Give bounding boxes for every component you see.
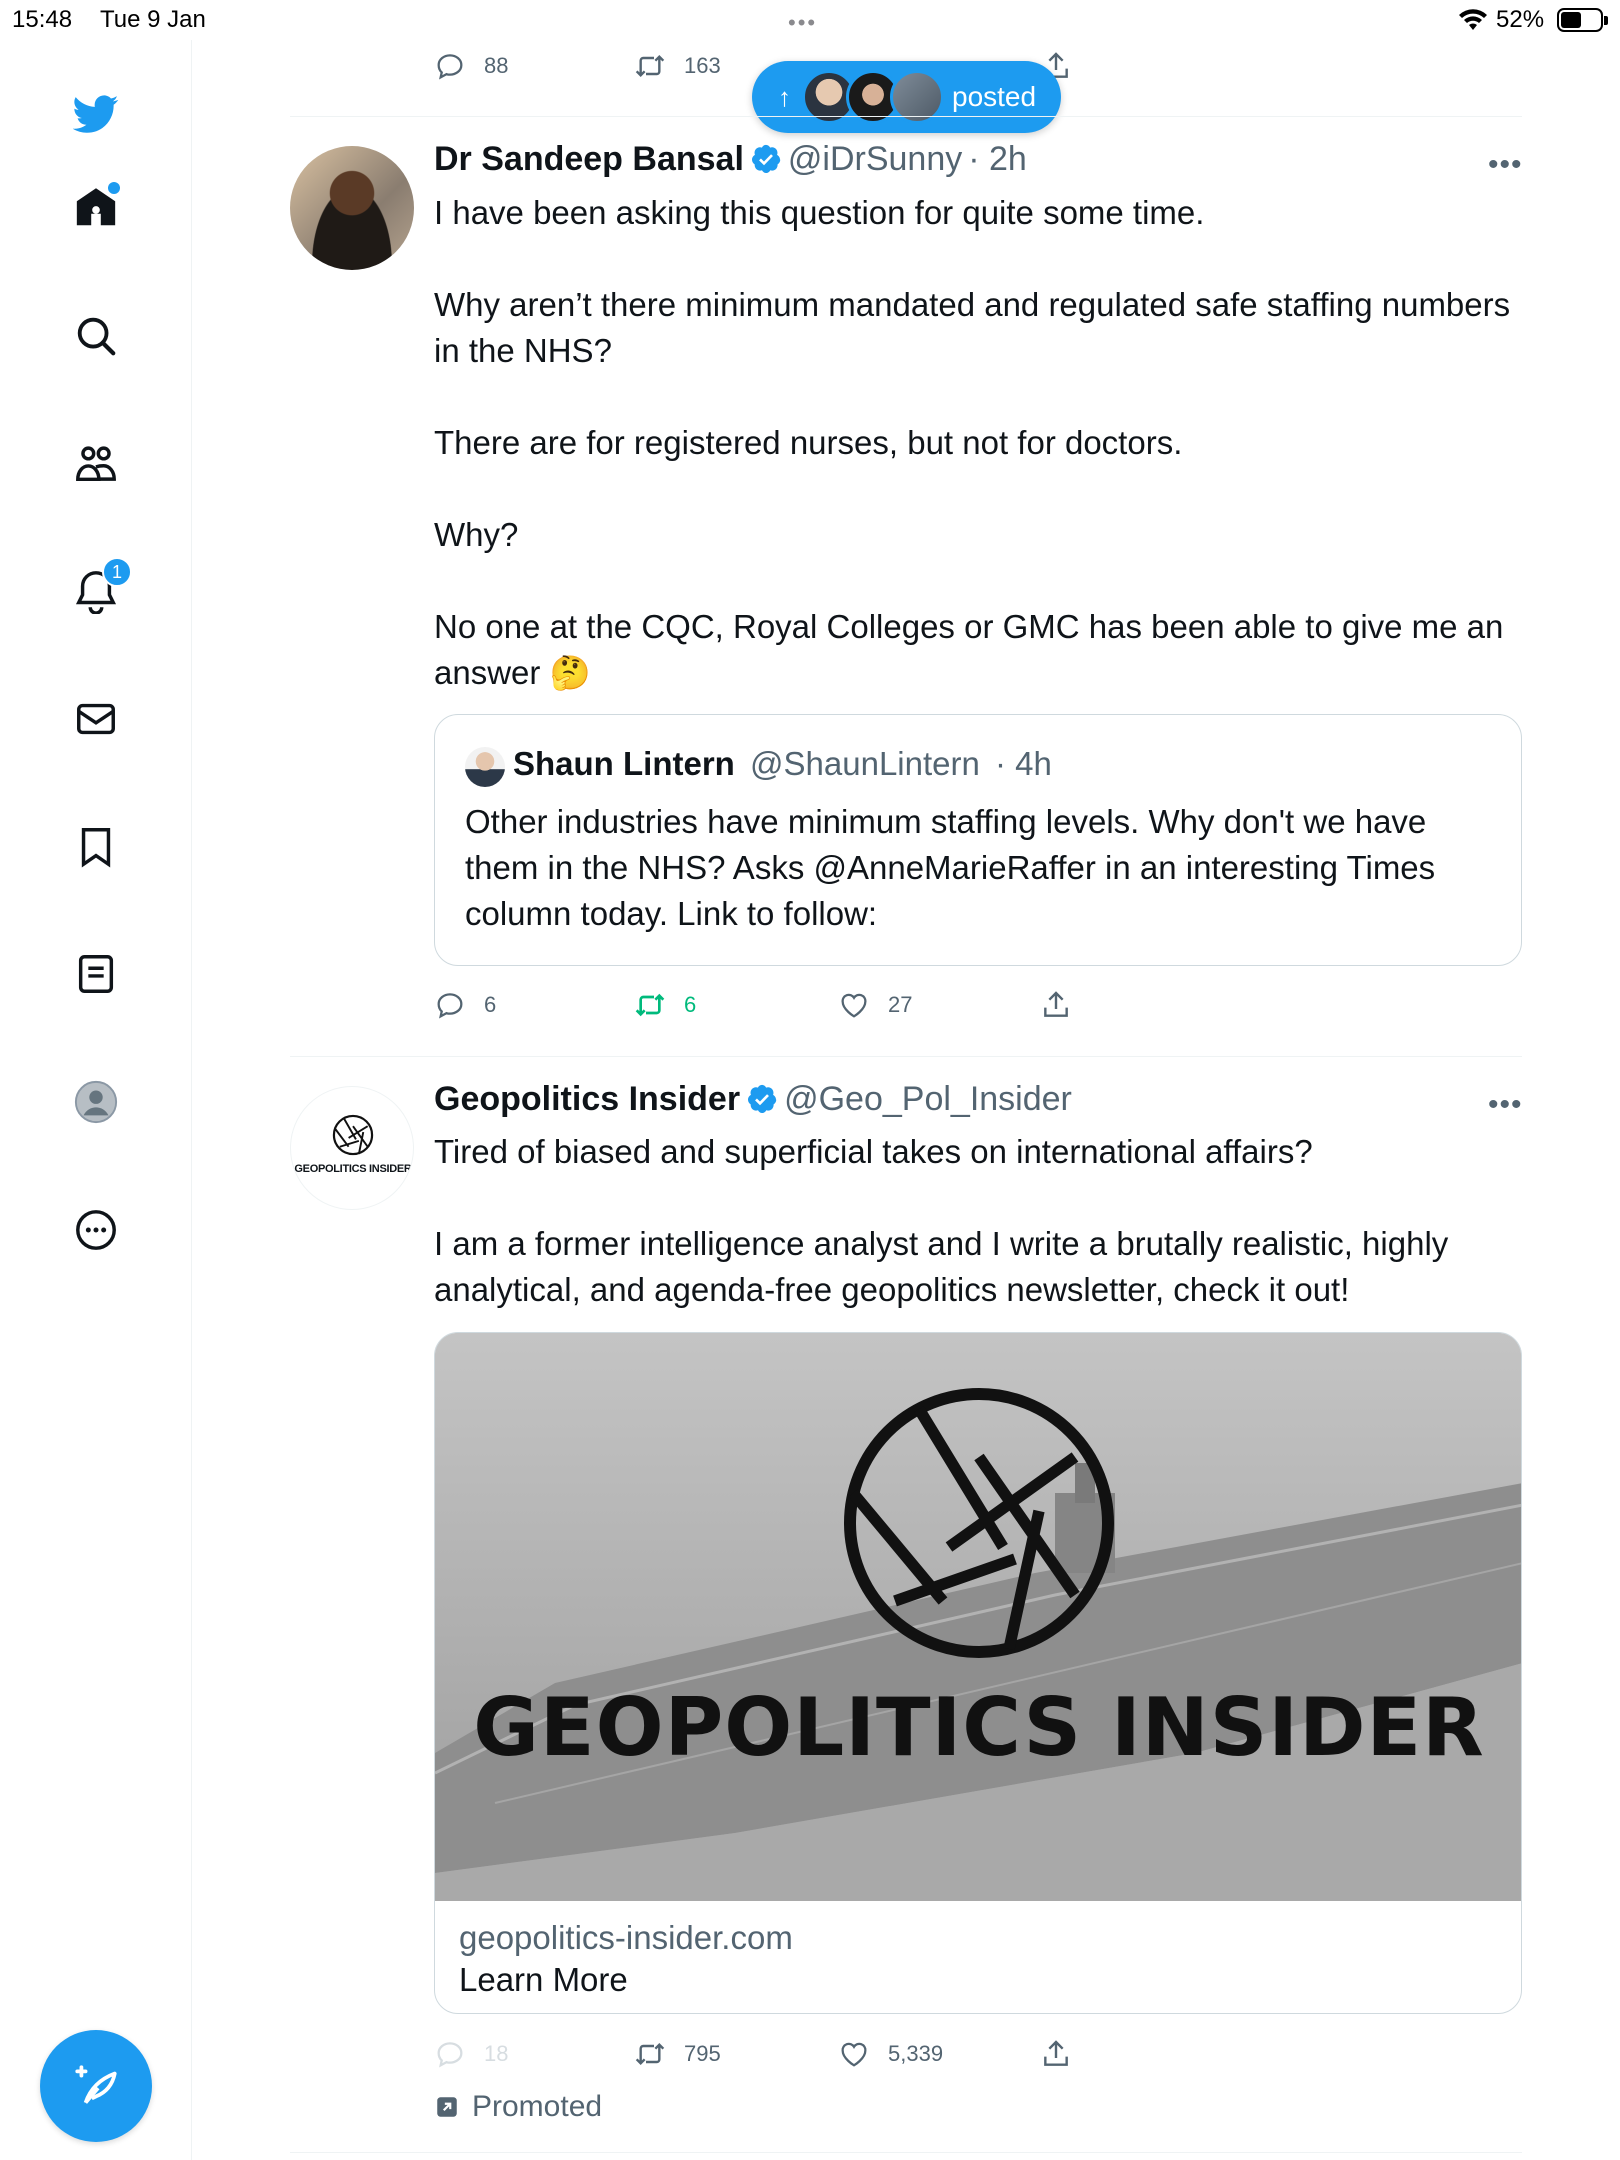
promoted-icon [437, 2097, 457, 2117]
nav-profile[interactable] [70, 1076, 122, 1128]
battery-icon [1557, 8, 1608, 32]
compose-tweet-button[interactable] [40, 2030, 152, 2142]
list-icon [78, 955, 114, 993]
bookmark-icon [81, 828, 111, 868]
nav-home[interactable] [70, 182, 122, 234]
quote-header: Shaun Lintern @ShaunLintern · 4h [513, 745, 1052, 783]
status-bar: 15:48 Tue 9 Jan ••• 52% [0, 0, 1620, 40]
quote-text: Other industries have minimum staffing l… [465, 803, 1436, 932]
tweet2-actions: 18 795 5,339 [434, 2034, 1134, 2074]
tweet2-retweet-button[interactable]: 795 [634, 2038, 721, 2070]
nav-messages[interactable] [70, 693, 122, 745]
reply-icon [437, 54, 463, 80]
twitter-logo-icon[interactable] [70, 88, 122, 140]
tweet1-retweet-count: 6 [684, 992, 697, 1017]
share-icon [1044, 991, 1068, 1017]
nav-more[interactable] [70, 1204, 122, 1256]
multitasking-dots-icon[interactable]: ••• [788, 10, 817, 36]
share-icon [1044, 2040, 1068, 2066]
tweet2-avatar[interactable]: GEOPOLITICS INSIDER [290, 1086, 414, 1210]
nav-communities[interactable] [70, 438, 122, 490]
tweet-divider [290, 116, 1522, 117]
reply-icon [437, 2042, 463, 2068]
status-time: 15:48 [12, 6, 73, 33]
prev-retweet-button[interactable]: 163 [634, 50, 721, 82]
tweet1-actions: 6 6 27 [434, 985, 1134, 1025]
quoted-tweet[interactable]: Shaun Lintern @ShaunLintern · 4h Other i… [434, 714, 1522, 966]
promoted-label: Promoted [434, 2090, 602, 2124]
tweet-divider [290, 2152, 1522, 2153]
tweet2-avatar-text: GEOPOLITICS INSIDER [294, 1163, 412, 1175]
tweet1-more-icon[interactable]: ••• [1488, 148, 1523, 182]
tweet2-handle[interactable]: @Geo_Pol_Insider [784, 1080, 1072, 1118]
nav-lists[interactable] [70, 948, 122, 1000]
tweet2-share-button[interactable] [1040, 2038, 1072, 2070]
tweet1-time[interactable]: · 2h [968, 140, 1027, 178]
nav-bookmarks[interactable] [70, 821, 122, 873]
compose-feather-icon [75, 2065, 117, 2104]
search-icon [77, 317, 116, 356]
prev-reply-count: 88 [484, 53, 509, 78]
quote-avatar [465, 747, 505, 787]
quote-author-name: Shaun Lintern [513, 745, 735, 782]
tweet1-like-count: 27 [888, 992, 913, 1017]
tweet-divider [290, 1056, 1522, 1057]
tweet1-retweet-button[interactable]: 6 [634, 989, 696, 1021]
reply-icon [437, 993, 463, 1019]
notification-badge: 1 [102, 557, 132, 587]
profile-avatar-icon [74, 1080, 118, 1124]
tweet1-text: I have been asking this question for qui… [434, 194, 1511, 691]
heart-icon [841, 2042, 867, 2067]
tweet1-reply-count: 6 [484, 992, 497, 1017]
status-date: Tue 9 Jan [100, 6, 206, 33]
quote-handle: @ShaunLintern [750, 745, 980, 782]
heart-icon [841, 993, 867, 1018]
nav-explore[interactable] [70, 310, 122, 362]
mail-icon [77, 703, 115, 735]
communities-icon [76, 446, 116, 482]
tweet2-more-icon[interactable]: ••• [1488, 1088, 1523, 1122]
tweet1-share-button[interactable] [1040, 989, 1072, 1021]
retweet-icon [635, 54, 665, 78]
new-posts-label: posted [952, 81, 1037, 112]
nav-notifications[interactable]: 1 [70, 557, 132, 617]
tweet2-like-count: 5,339 [888, 2041, 944, 2066]
bird-icon [73, 95, 119, 133]
card-image: GEOPOLITICS INSIDER [435, 1333, 1521, 1901]
tweet2-header: Geopolitics Insider @Geo_Pol_Insider [434, 1080, 1072, 1119]
prev-retweet-count: 163 [684, 53, 721, 78]
card-title: Learn More [459, 1961, 628, 1998]
tweet2-reply-count: 18 [484, 2041, 509, 2066]
card-domain: geopolitics-insider.com [459, 1919, 793, 1956]
quote-time: · 4h [995, 745, 1052, 782]
tweet2-text: Tired of biased and superficial takes on… [434, 1133, 1449, 1308]
sidebar: 1 [0, 40, 192, 2160]
arrow-up-icon: ↑ [778, 81, 791, 112]
card-image-title: GEOPOLITICS INSIDER [473, 1681, 1485, 1774]
tweet2-author-name[interactable]: Geopolitics Insider [434, 1080, 740, 1118]
retweet-icon [635, 2042, 665, 2066]
new-posts-pill[interactable]: ↑ posted [752, 61, 1061, 133]
wifi-icon [1459, 9, 1487, 30]
tweet1-reply-button[interactable]: 6 [434, 989, 496, 1021]
tweet1-handle[interactable]: @iDrSunny [788, 140, 962, 178]
aperture-logo-icon [332, 1114, 374, 1156]
tweet1-like-button[interactable]: 27 [838, 989, 912, 1021]
more-circle-icon [76, 1210, 116, 1250]
prev-reply-button[interactable]: 88 [434, 50, 508, 82]
promoted-text: Promoted [472, 2090, 603, 2123]
tweet2-retweet-count: 795 [684, 2041, 721, 2066]
tweet1-header: Dr Sandeep Bansal @iDrSunny · 2h [434, 140, 1027, 179]
home-unread-dot [108, 182, 120, 194]
link-card[interactable]: GEOPOLITICS INSIDER geopolitics-insider.… [434, 1332, 1522, 2014]
retweet-icon [635, 993, 665, 1017]
verified-badge-icon [751, 144, 781, 173]
tweet2-like-button[interactable]: 5,339 [838, 2038, 943, 2070]
tweet1-avatar[interactable] [290, 146, 414, 270]
tweet2-reply-button[interactable]: 18 [434, 2038, 508, 2070]
verified-badge-icon [748, 1084, 777, 1113]
battery-percent: 52% [1496, 6, 1545, 33]
aperture-logo-icon [844, 1388, 1114, 1658]
tweet1-author-name[interactable]: Dr Sandeep Bansal [434, 140, 744, 178]
